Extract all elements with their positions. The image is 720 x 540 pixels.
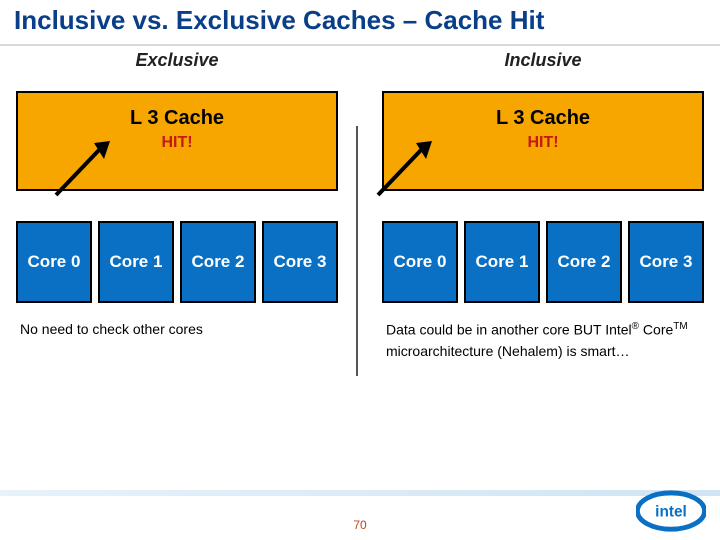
column-divider — [356, 126, 358, 376]
exclusive-l3-cache: L 3 Cache HIT! — [16, 91, 338, 191]
intel-logo-icon: intel — [636, 490, 706, 532]
exclusive-column: Exclusive L 3 Cache HIT! Core 0 Core 1 C… — [12, 50, 342, 362]
slide-title: Inclusive vs. Exclusive Caches – Cache H… — [0, 0, 720, 46]
l3-label: L 3 Cache — [384, 107, 702, 130]
content-columns: Exclusive L 3 Cache HIT! Core 0 Core 1 C… — [0, 46, 720, 362]
exclusive-heading: Exclusive — [12, 50, 342, 71]
inclusive-heading: Inclusive — [378, 50, 708, 71]
inclusive-l3-cache: L 3 Cache HIT! — [382, 91, 704, 191]
core-0: Core 0 — [16, 221, 92, 303]
exclusive-caption: No need to check other cores — [20, 319, 334, 340]
page-number: 70 — [353, 518, 366, 532]
inclusive-caption: Data could be in another core BUT Intel®… — [386, 319, 700, 362]
hit-label: HIT! — [18, 134, 336, 152]
core-2: Core 2 — [546, 221, 622, 303]
exclusive-cores-row: Core 0 Core 1 Core 2 Core 3 — [16, 221, 338, 303]
core-1: Core 1 — [464, 221, 540, 303]
core-3: Core 3 — [628, 221, 704, 303]
core-1: Core 1 — [98, 221, 174, 303]
core-0: Core 0 — [382, 221, 458, 303]
hit-label: HIT! — [384, 134, 702, 152]
core-2: Core 2 — [180, 221, 256, 303]
svg-text:intel: intel — [655, 504, 687, 521]
core-3: Core 3 — [262, 221, 338, 303]
footer-accent-bar — [0, 490, 720, 496]
l3-label: L 3 Cache — [18, 107, 336, 130]
inclusive-column: Inclusive L 3 Cache HIT! Core 0 Core 1 C… — [378, 50, 708, 362]
inclusive-cores-row: Core 0 Core 1 Core 2 Core 3 — [382, 221, 704, 303]
